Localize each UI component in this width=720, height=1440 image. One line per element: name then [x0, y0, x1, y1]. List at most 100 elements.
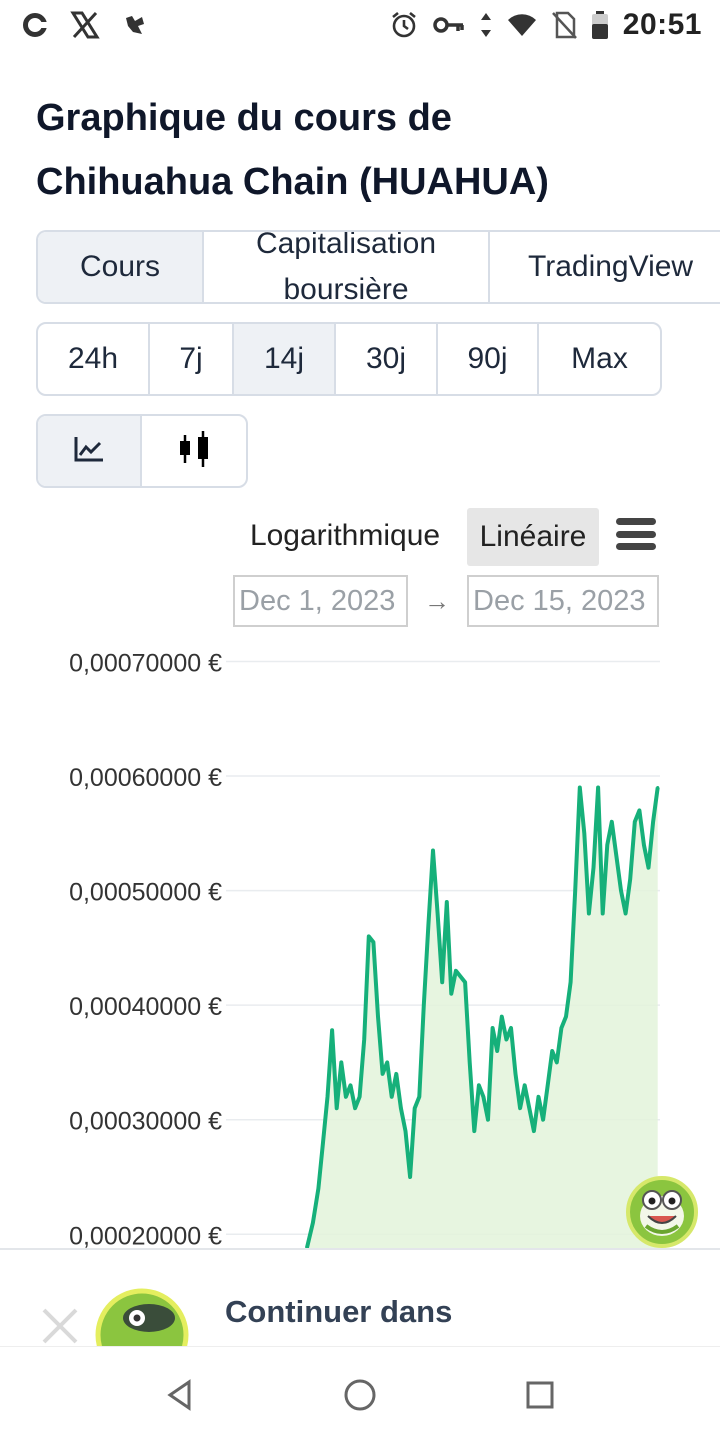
coingecko-logo [95, 1288, 189, 1346]
data-point [642, 843, 646, 847]
data-point [408, 1175, 412, 1179]
data-point [399, 1106, 403, 1110]
data-point [404, 1129, 407, 1133]
hamburger-icon [616, 518, 656, 525]
range-90j[interactable]: 90j [438, 324, 539, 394]
data-point [500, 1015, 504, 1019]
range-90j-label: 90j [467, 342, 508, 375]
close-icon [42, 1308, 78, 1344]
line-chart-button[interactable] [38, 416, 142, 486]
data-point [523, 1083, 527, 1087]
tab-tradingview[interactable]: TradingView [490, 232, 720, 302]
scale-linear-button[interactable]: Linéaire [467, 508, 599, 566]
data-point [578, 786, 582, 789]
data-point [624, 912, 628, 915]
no-sim-icon [551, 11, 577, 39]
y-tick-label: 0,00070000 € [69, 650, 222, 677]
range-14j[interactable]: 14j [234, 324, 336, 394]
data-point [610, 820, 614, 824]
data-point [582, 831, 586, 835]
data-point [381, 1072, 385, 1076]
range-7j[interactable]: 7j [150, 324, 234, 394]
status-bar: 20:51 [0, 0, 720, 50]
data-point [619, 889, 623, 893]
range-30j[interactable]: 30j [336, 324, 438, 394]
hamburger-icon-bar [616, 530, 656, 538]
data-point [335, 1106, 339, 1110]
data-point [367, 934, 371, 938]
gecko-logo-icon [95, 1288, 189, 1346]
tab-capitalisation[interactable]: Capitalisation boursière [204, 232, 490, 302]
scale-logarithmic-button[interactable]: Logarithmique [234, 508, 456, 564]
tab-capitalisation-line2: boursière [283, 273, 409, 304]
data-point [514, 1072, 517, 1076]
candlestick-button[interactable] [142, 416, 246, 486]
data-point [527, 1106, 531, 1110]
date-from-input[interactable]: Dec 1, 2023 [233, 575, 408, 627]
screen: 20:51 Graphique du cours de Chihuahua Ch… [0, 0, 720, 1440]
data-point [628, 877, 632, 881]
nav-back-button[interactable] [160, 1375, 200, 1415]
data-point [495, 1049, 499, 1053]
date-range-arrow: → [424, 586, 450, 616]
data-point [353, 1106, 357, 1110]
data-point [436, 912, 440, 915]
battery-icon [591, 10, 609, 40]
app-c-icon [22, 12, 48, 38]
data-point [417, 1095, 421, 1099]
coingecko-fab-button[interactable] [626, 1176, 698, 1248]
y-tick-label: 0,00030000 € [69, 1108, 222, 1136]
chart-menu-button[interactable] [614, 514, 658, 554]
data-point [385, 1060, 389, 1064]
data-point [316, 1186, 320, 1190]
data-point [472, 1129, 476, 1133]
tab-cours[interactable]: Cours [38, 232, 204, 302]
range-7j-label: 7j [179, 342, 203, 375]
data-arrows-icon [479, 11, 493, 39]
banner-text: Continuer dans [225, 1294, 453, 1329]
data-point [454, 969, 458, 973]
nav-recents-button[interactable] [520, 1375, 560, 1415]
data-point [592, 866, 595, 870]
y-tick-label: 0,00050000 € [69, 879, 222, 907]
data-point [431, 849, 435, 852]
page-title-line1: Graphique du cours de [36, 97, 452, 139]
data-point [445, 900, 449, 904]
recents-square-icon [526, 1381, 554, 1409]
data-point [546, 1083, 550, 1087]
y-tick-label: 0,00020000 € [69, 1222, 222, 1250]
data-point [413, 1106, 417, 1110]
data-point [481, 1095, 485, 1099]
data-point [637, 808, 641, 812]
data-point [344, 1095, 348, 1099]
status-bar-left [22, 8, 148, 42]
candlestick-icon [177, 429, 211, 474]
status-bar-right: 20:51 [389, 6, 702, 44]
price-chart[interactable]: 0,00070000 € 0,00060000 € 0,00050000 € 0,00… [0, 650, 720, 1250]
back-triangle-icon [167, 1379, 191, 1411]
range-max[interactable]: Max [539, 324, 660, 394]
data-point [491, 1026, 495, 1030]
chart-tabs: Cours Capitalisation boursière TradingVi… [36, 230, 720, 304]
key-icon [433, 15, 465, 35]
data-point [463, 980, 467, 984]
page-title-line2: Chihuahua Chain (HUAHUA) [36, 161, 549, 203]
data-point [564, 1015, 568, 1019]
data-point [532, 1129, 536, 1133]
data-point [371, 940, 375, 944]
nav-home-button[interactable] [340, 1375, 380, 1415]
data-point [426, 923, 430, 927]
banner-close-button[interactable] [40, 1306, 80, 1346]
data-point [459, 975, 462, 978]
data-point [358, 1095, 362, 1099]
date-to-input[interactable]: Dec 15, 2023 [467, 575, 659, 627]
app-bird-icon [122, 12, 148, 38]
range-24h[interactable]: 24h [38, 324, 150, 394]
data-point [468, 1060, 472, 1064]
range-30j-label: 30j [365, 342, 407, 375]
range-max-label: Max [571, 342, 628, 375]
data-point [651, 820, 655, 824]
tab-capitalisation-label: Capitalisation boursière [256, 232, 436, 304]
data-point [486, 1118, 490, 1122]
range-24h-label: 24h [67, 342, 119, 375]
